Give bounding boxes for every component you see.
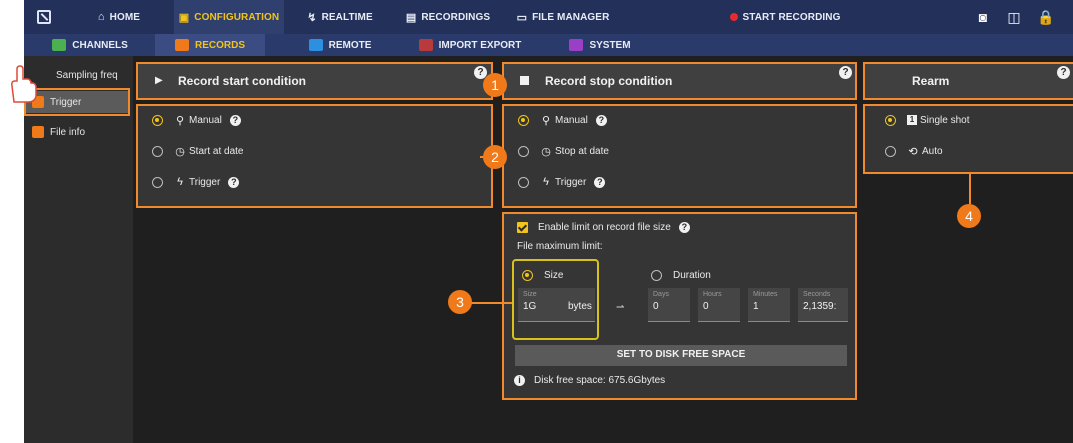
tab-system[interactable]: SYSTEM bbox=[560, 34, 640, 56]
start-option-trigger[interactable]: ϟ Trigger ? bbox=[152, 175, 240, 189]
nav-recordings[interactable]: ▤ RECORDINGS bbox=[398, 0, 498, 34]
start-panel-title: Record start condition bbox=[178, 74, 307, 88]
alarm-clock-icon: ◷ bbox=[541, 145, 551, 158]
start-recording-button[interactable]: START RECORDING bbox=[725, 0, 845, 34]
limit-help-icon[interactable]: ? bbox=[678, 221, 690, 233]
callout-badge-2: 2 bbox=[483, 145, 507, 169]
duration-option[interactable]: Duration bbox=[651, 268, 711, 282]
trigger-bolt-icon: ϟ bbox=[543, 176, 549, 188]
stop-option-manual[interactable]: ⚲ Manual ? bbox=[518, 113, 607, 127]
sidebar-item-file-info[interactable]: File info bbox=[26, 121, 130, 143]
start-option-date[interactable]: ◷ Start at date bbox=[152, 144, 243, 158]
stop-trigger-help-icon[interactable]: ? bbox=[594, 176, 606, 188]
set-disk-free-space-button[interactable]: SET TO DISK FREE SPACE bbox=[515, 345, 847, 366]
trigger-bolt-icon: ϟ bbox=[177, 176, 183, 188]
book-icon[interactable]: ◫ bbox=[1005, 8, 1023, 26]
recordings-icon: ▤ bbox=[405, 11, 417, 24]
minutes-input[interactable]: Minutes 1 bbox=[748, 288, 790, 322]
stop-panel-title: Record stop condition bbox=[545, 74, 673, 88]
single-shot-radio[interactable] bbox=[885, 114, 896, 126]
logo-icon bbox=[37, 10, 51, 24]
rearm-option-single-shot[interactable]: 1 Single shot bbox=[885, 113, 969, 127]
alarm-clock-icon: ◷ bbox=[175, 145, 185, 158]
enable-limit-row[interactable]: Enable limit on record file size ? bbox=[517, 220, 690, 234]
rearm-panel-title: Rearm bbox=[912, 74, 950, 88]
app-logo[interactable] bbox=[24, 0, 64, 34]
start-manual-radio[interactable] bbox=[152, 114, 163, 126]
rearm-panel-header-outline bbox=[863, 62, 1073, 100]
days-input[interactable]: Days 0 bbox=[648, 288, 690, 322]
swap-icon: ⇀ bbox=[616, 302, 625, 313]
stop-help-icon[interactable]: ? bbox=[839, 66, 852, 79]
manual-icon: ⚲ bbox=[175, 114, 185, 127]
size-input[interactable]: Size 1G bytes bbox=[518, 288, 595, 322]
channels-icon bbox=[52, 39, 67, 51]
disk-free-row: i Disk free space: 675.6Gbytes bbox=[514, 373, 665, 387]
sidebar-item-sampling-freq[interactable]: Sampling freq bbox=[26, 64, 130, 86]
configuration-icon: ▣ bbox=[178, 11, 190, 24]
enable-limit-checkbox[interactable] bbox=[517, 221, 528, 233]
seconds-input[interactable]: Seconds 2,1359: bbox=[798, 288, 848, 322]
duration-radio[interactable] bbox=[651, 269, 662, 281]
nav-home[interactable]: ⌂ HOME bbox=[64, 0, 174, 34]
start-trigger-help-icon[interactable]: ? bbox=[228, 176, 240, 188]
camera-icon[interactable]: ◙ bbox=[974, 8, 992, 26]
start-option-manual[interactable]: ⚲ Manual ? bbox=[152, 113, 241, 127]
size-option[interactable]: Size bbox=[522, 268, 563, 282]
home-icon: ⌂ bbox=[97, 11, 105, 23]
nav-configuration[interactable]: ▣ CONFIGURATION bbox=[174, 0, 284, 34]
start-manual-help-icon[interactable]: ? bbox=[229, 114, 241, 126]
callout-badge-4: 4 bbox=[957, 204, 981, 228]
play-icon: ▶ bbox=[155, 75, 163, 86]
stop-date-radio[interactable] bbox=[518, 145, 529, 157]
rearm-help-icon[interactable]: ? bbox=[1057, 66, 1070, 79]
callout-badge-3: 3 bbox=[448, 290, 472, 314]
single-shot-icon: 1 bbox=[907, 115, 917, 125]
hours-input[interactable]: Hours 0 bbox=[698, 288, 740, 322]
callout-line-3 bbox=[470, 302, 512, 304]
tab-import-export[interactable]: IMPORT EXPORT bbox=[415, 34, 525, 56]
rearm-option-auto[interactable]: ⟲ Auto bbox=[885, 144, 943, 158]
records-icon bbox=[174, 39, 189, 51]
folder-icon: ▭ bbox=[516, 11, 528, 24]
file-info-icon bbox=[32, 126, 44, 138]
record-icon bbox=[729, 13, 738, 21]
realtime-icon: ↯ bbox=[307, 11, 317, 24]
stop-manual-radio[interactable] bbox=[518, 114, 529, 126]
manual-icon: ⚲ bbox=[541, 114, 551, 127]
stop-icon bbox=[520, 76, 529, 85]
stop-option-trigger[interactable]: ϟ Trigger ? bbox=[518, 175, 606, 189]
callout-line-4 bbox=[969, 174, 971, 204]
stop-trigger-radio[interactable] bbox=[518, 176, 529, 188]
repeat-icon: ⟲ bbox=[908, 145, 918, 158]
stop-manual-help-icon[interactable]: ? bbox=[595, 114, 607, 126]
tab-records[interactable]: RECORDS bbox=[155, 34, 265, 56]
pointing-hand-icon bbox=[11, 65, 37, 103]
auto-radio[interactable] bbox=[885, 145, 896, 157]
stop-option-date[interactable]: ◷ Stop at date bbox=[518, 144, 609, 158]
system-icon bbox=[569, 39, 584, 51]
nav-file-manager[interactable]: ▭ FILE MANAGER bbox=[508, 0, 618, 34]
max-limit-label: File maximum limit: bbox=[517, 240, 603, 252]
start-trigger-radio[interactable] bbox=[152, 176, 163, 188]
tab-remote[interactable]: REMOTE bbox=[300, 34, 380, 56]
callout-badge-1: 1 bbox=[483, 73, 507, 97]
tab-channels[interactable]: CHANNELS bbox=[40, 34, 140, 56]
start-date-radio[interactable] bbox=[152, 145, 163, 157]
info-icon: i bbox=[514, 374, 525, 386]
nav-realtime[interactable]: ↯ REALTIME bbox=[290, 0, 390, 34]
lock-icon[interactable]: 🔒 bbox=[1037, 8, 1055, 26]
remote-icon bbox=[308, 39, 323, 51]
size-radio[interactable] bbox=[522, 269, 533, 281]
import-export-icon bbox=[418, 39, 433, 51]
